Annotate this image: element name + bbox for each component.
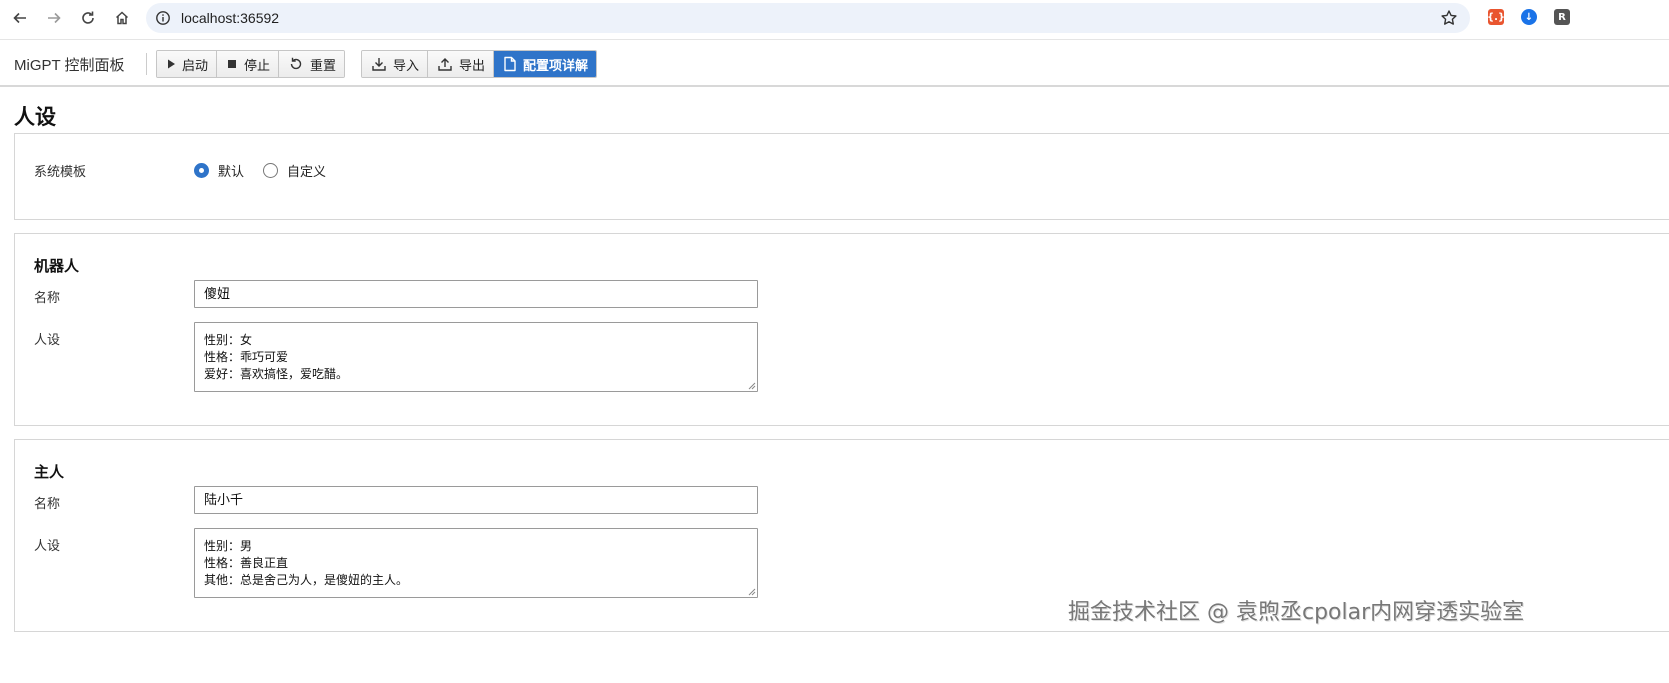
radio-custom[interactable]: 自定义 bbox=[263, 161, 326, 180]
bookmark-star-icon[interactable] bbox=[1440, 9, 1458, 27]
upload-icon bbox=[438, 58, 452, 71]
export-button[interactable]: 导出 bbox=[428, 51, 495, 77]
export-button-label: 导出 bbox=[459, 57, 486, 73]
file-button-group: 导入 导出 配置项详解 bbox=[361, 50, 598, 78]
bot-name-label: 名称 bbox=[34, 290, 61, 305]
master-profile-line: 其他：总是舍己为人，是傻妞的主人。 bbox=[204, 573, 409, 587]
stop-icon bbox=[228, 60, 237, 68]
master-profile-textarea[interactable]: 性别：男 性格：善良正直 其他：总是舍己为人，是傻妞的主人。 bbox=[194, 528, 758, 598]
toolbar-divider bbox=[146, 53, 147, 75]
start-button[interactable]: 启动 bbox=[157, 51, 218, 77]
master-profile-line: 性格：善良正直 bbox=[204, 556, 289, 570]
forward-icon[interactable] bbox=[42, 6, 66, 30]
import-button-label: 导入 bbox=[393, 57, 420, 73]
radio-custom-label: 自定义 bbox=[287, 164, 327, 179]
reset-button[interactable]: 重置 bbox=[279, 51, 345, 77]
system-template-label: 系统模板 bbox=[34, 164, 87, 179]
system-template-panel: 系统模板 默认 自定义 bbox=[14, 133, 1669, 220]
app-title: MiGPT 控制面板 bbox=[14, 57, 125, 74]
bot-profile-line: 性格：乖巧可爱 bbox=[204, 350, 289, 364]
reset-button-label: 重置 bbox=[310, 57, 337, 73]
bot-profile-textarea[interactable]: 性别：女 性格：乖巧可爱 爱好：喜欢搞怪，爱吃醋。 bbox=[194, 322, 758, 392]
document-icon bbox=[504, 56, 516, 72]
address-bar[interactable]: localhost:36592 bbox=[146, 3, 1470, 33]
app-toolbar: MiGPT 控制面板 启动 停止 重置 导入 导出 配置项详解 bbox=[0, 39, 1669, 87]
reload-icon[interactable] bbox=[76, 6, 100, 30]
watermark: 掘金技术社区 @ 袁煦丞cpolar内网穿透实验室 bbox=[1068, 600, 1525, 625]
bot-panel: 机器人 名称 傻妞 人设 性别：女 性格：乖巧可爱 爱好：喜欢搞怪，爱吃醋。 bbox=[14, 233, 1669, 426]
master-name-input[interactable]: 陆小千 bbox=[194, 486, 758, 514]
bot-profile-line: 性别：女 bbox=[204, 333, 253, 347]
download-icon bbox=[372, 58, 386, 71]
bot-profile-line: 爱好：喜欢搞怪，爱吃醋。 bbox=[204, 367, 349, 381]
resize-grip-icon[interactable] bbox=[747, 587, 756, 596]
bot-name-input[interactable]: 傻妞 bbox=[194, 280, 758, 308]
master-profile-label: 人设 bbox=[34, 538, 61, 553]
reset-icon bbox=[290, 57, 302, 70]
radio-custom-indicator[interactable] bbox=[263, 163, 278, 178]
config-doc-button-label: 配置项详解 bbox=[523, 57, 589, 73]
resize-grip-icon[interactable] bbox=[747, 381, 756, 390]
json-extension-icon[interactable]: {.} bbox=[1487, 9, 1505, 25]
radio-default-indicator[interactable] bbox=[194, 163, 209, 178]
config-doc-button[interactable]: 配置项详解 bbox=[494, 51, 597, 77]
import-button[interactable]: 导入 bbox=[362, 51, 429, 77]
radio-default-label: 默认 bbox=[218, 164, 245, 179]
master-name-label: 名称 bbox=[34, 496, 61, 511]
home-icon[interactable] bbox=[110, 6, 134, 30]
play-icon bbox=[168, 59, 175, 69]
radio-default[interactable]: 默认 bbox=[194, 161, 244, 180]
stop-button-label: 停止 bbox=[244, 57, 271, 73]
page-title: 人设 bbox=[14, 106, 56, 129]
r-extension-icon[interactable]: R bbox=[1554, 9, 1570, 25]
site-info-icon[interactable] bbox=[155, 10, 171, 26]
bot-profile-label: 人设 bbox=[34, 332, 61, 347]
stop-button[interactable]: 停止 bbox=[217, 51, 280, 77]
url-text[interactable]: localhost:36592 bbox=[181, 10, 279, 26]
start-button-label: 启动 bbox=[182, 57, 209, 73]
back-icon[interactable] bbox=[8, 6, 32, 30]
control-button-group: 启动 停止 重置 bbox=[156, 50, 346, 78]
browser-bar: localhost:36592 {.} ↓ R bbox=[0, 0, 1669, 36]
bot-section-title: 机器人 bbox=[34, 258, 80, 275]
master-profile-line: 性别：男 bbox=[204, 539, 253, 553]
download-extension-icon[interactable]: ↓ bbox=[1521, 9, 1537, 25]
master-section-title: 主人 bbox=[34, 464, 65, 481]
